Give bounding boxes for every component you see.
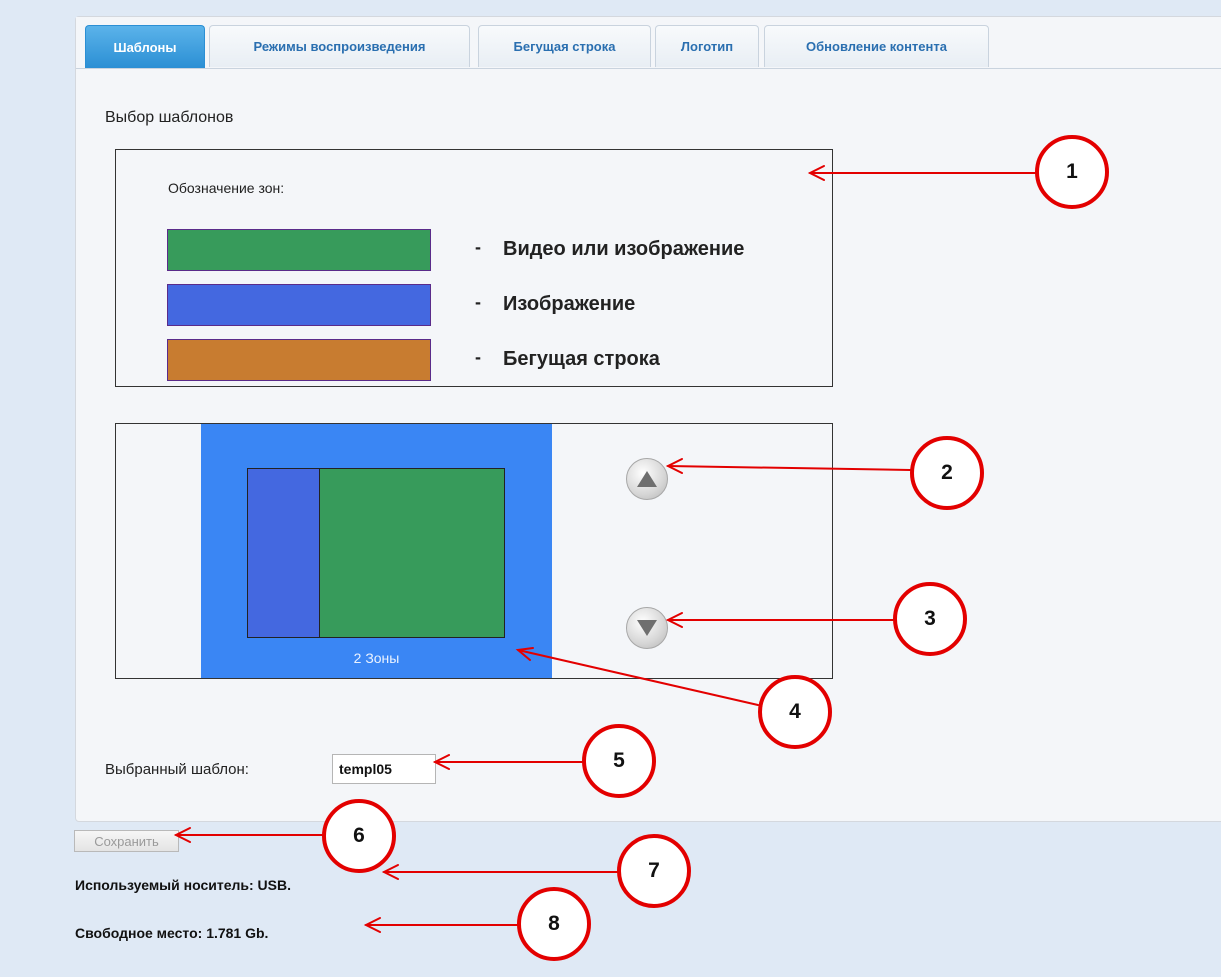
legend-dash: - [475, 347, 481, 367]
selected-template-label: Выбранный шаблон: [105, 761, 249, 778]
legend-dash: - [475, 292, 481, 312]
section-title: Выбор шаблонов [105, 109, 234, 126]
callout-2: 2 [910, 436, 984, 510]
templates-panel: Шаблоны Режимы воспроизведения Бегущая с… [75, 16, 1221, 822]
zone-image [247, 468, 320, 638]
triangle-up-icon [637, 471, 657, 487]
callout-6: 6 [322, 799, 396, 873]
arrowhead [381, 864, 399, 880]
callout-3: 3 [893, 582, 967, 656]
callout-4: 4 [758, 675, 832, 749]
legend-label-image: Изображение [503, 293, 636, 315]
legend-label-ticker: Бегущая строка [503, 348, 660, 370]
legend-dash: - [475, 237, 481, 257]
tab-playback-modes[interactable]: Режимы воспроизведения [209, 25, 470, 67]
tab-bar: Шаблоны Режимы воспроизведения Бегущая с… [76, 17, 1221, 69]
triangle-down-icon [637, 620, 657, 636]
callout-8: 8 [517, 887, 591, 961]
previous-template-button[interactable] [626, 458, 668, 500]
callout-5: 5 [582, 724, 656, 798]
save-button[interactable]: Сохранить [74, 830, 179, 852]
template-preview: 2 Зоны [115, 423, 833, 679]
free-space: Свободное место: 1.781 Gb. [75, 925, 269, 941]
callout-7: 7 [617, 834, 691, 908]
legend-heading: Обозначение зон: [168, 180, 285, 196]
tab-logo[interactable]: Логотип [655, 25, 759, 67]
legend-swatch-ticker [167, 339, 431, 381]
legend-swatch-video [167, 229, 431, 271]
template-thumbnail[interactable]: 2 Зоны [201, 424, 552, 678]
next-template-button[interactable] [626, 607, 668, 649]
template-caption: 2 Зоны [353, 650, 400, 666]
tab-ticker[interactable]: Бегущая строка [478, 25, 651, 67]
callout-1: 1 [1035, 135, 1109, 209]
storage-medium: Используемый носитель: USB. [75, 877, 291, 893]
arrowhead [363, 917, 381, 933]
zone-legend: Обозначение зон: - Видео или изображение… [115, 149, 833, 387]
legend-swatch-image [167, 284, 431, 326]
tab-templates[interactable]: Шаблоны [85, 25, 205, 68]
tab-content-update[interactable]: Обновление контента [764, 25, 989, 67]
legend-label-video: Видео или изображение [503, 238, 745, 260]
zone-video [319, 468, 505, 638]
selected-template-input[interactable] [332, 754, 436, 784]
